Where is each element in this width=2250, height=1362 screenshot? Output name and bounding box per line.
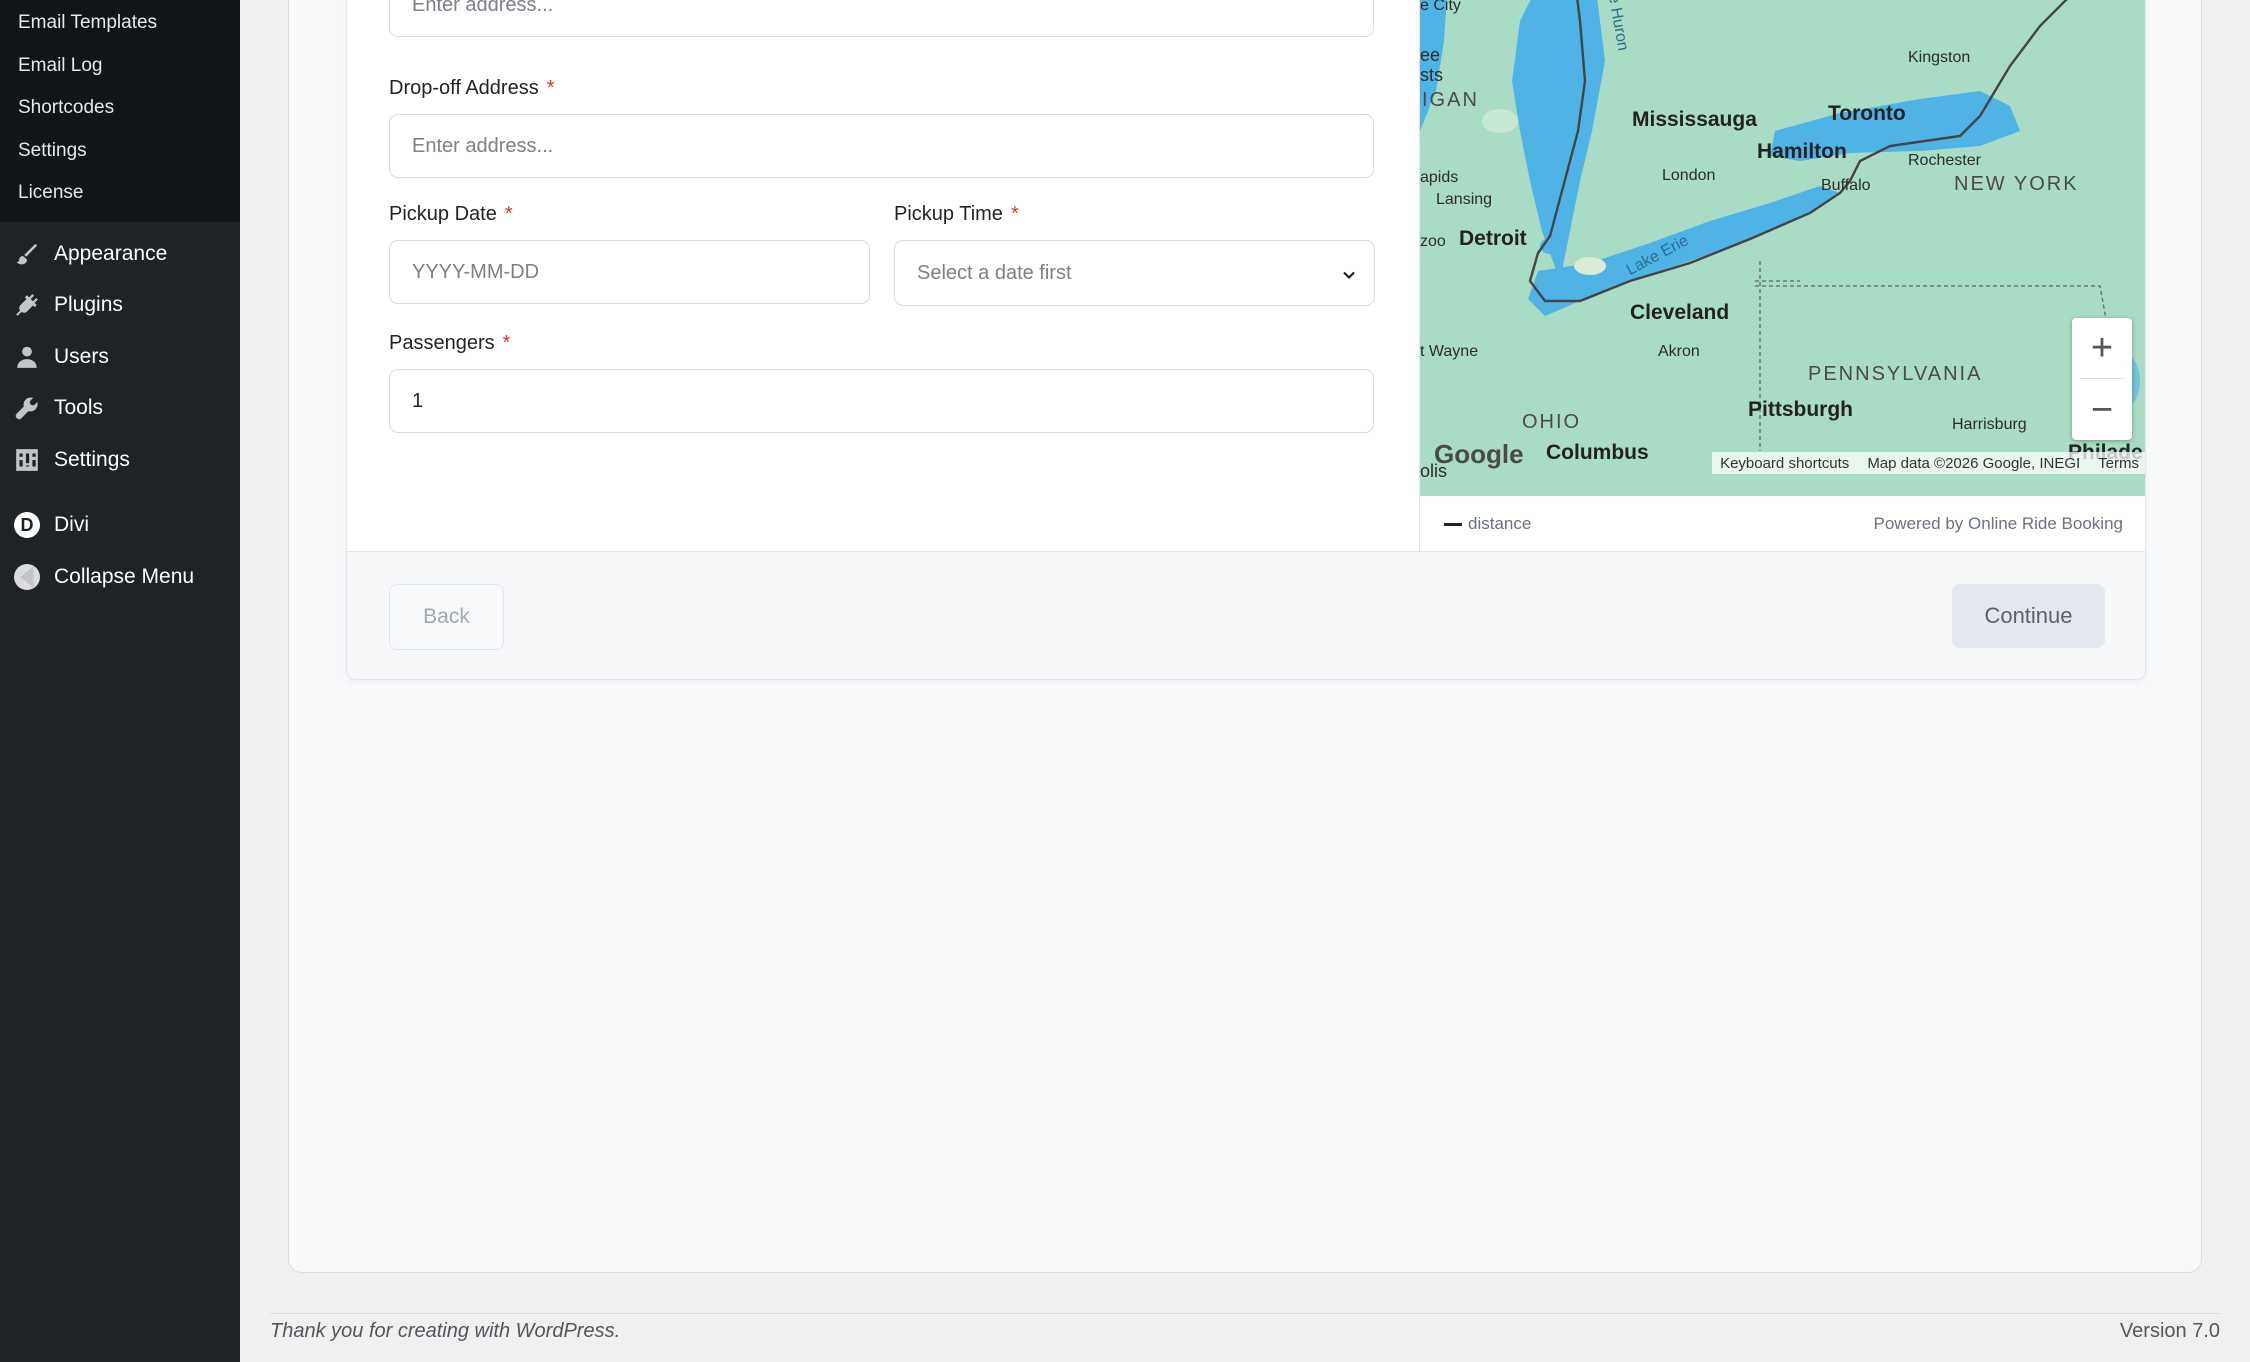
- map-label-mississauga: Mississauga: [1632, 108, 1757, 131]
- sidebar-item-label: Tools: [54, 396, 104, 420]
- continue-button[interactable]: Continue: [1952, 584, 2105, 648]
- footer-divider: [270, 1313, 2220, 1314]
- submenu-item-license[interactable]: License: [0, 178, 240, 221]
- sidebar-item-users[interactable]: Users: [0, 331, 240, 383]
- map-label-london: London: [1662, 167, 1716, 184]
- required-marker: *: [502, 332, 511, 354]
- sidebar-item-settings[interactable]: Settings: [0, 434, 240, 486]
- pickup-address-input[interactable]: Enter address...: [389, 0, 1374, 37]
- plugin-submenu: Email Templates Email Log Shortcodes Set…: [0, 0, 240, 222]
- passengers-input[interactable]: 1: [389, 369, 1374, 433]
- pickup-time-select[interactable]: Select a date first: [894, 240, 1375, 306]
- submenu-item-settings[interactable]: Settings: [0, 136, 240, 179]
- booking-form-card: Enter address... Drop-off Address * Enter…: [346, 0, 2146, 680]
- sidebar-item-label: Users: [54, 344, 109, 368]
- map-zoom-controls: + −: [2072, 318, 2132, 440]
- required-marker: *: [504, 203, 513, 225]
- sidebar-item-label: Appearance: [54, 241, 168, 265]
- map-label-t-wayne: t Wayne: [1420, 343, 1479, 360]
- map-attribution: Keyboard shortcuts Map data ©2026 Google…: [1712, 452, 2145, 474]
- map-label-zoo: zoo: [1420, 233, 1446, 250]
- submenu-item-shortcodes[interactable]: Shortcodes: [0, 93, 240, 136]
- map-label-e-city: e City: [1420, 0, 1461, 14]
- footer-thanks: Thank you for creating with WordPress.: [270, 1320, 621, 1342]
- map-label-apids: apids: [1420, 169, 1459, 186]
- required-marker: *: [546, 77, 555, 99]
- collapse-arrow-icon: [14, 563, 40, 590]
- dropoff-address-input[interactable]: Enter address...: [389, 114, 1374, 178]
- pickup-date-label: Pickup Date *: [389, 203, 513, 225]
- form-actions: Back Continue: [347, 551, 2145, 679]
- passengers-label: Passengers *: [389, 332, 511, 354]
- map-label-lansing: Lansing: [1436, 191, 1493, 208]
- pickup-time-label: Pickup Time *: [894, 203, 1019, 225]
- back-button[interactable]: Back: [389, 584, 504, 650]
- map-data-credit: Map data ©2026 Google, INEGI: [1867, 454, 2081, 472]
- map-label-buffalo: Buffalo: [1821, 177, 1871, 194]
- terms-link[interactable]: Terms: [2098, 455, 2139, 472]
- divi-logo-icon: D: [14, 512, 40, 539]
- map-label-harrisburg: Harrisburg: [1952, 416, 2027, 433]
- sidebar-item-divi[interactable]: D Divi: [0, 500, 240, 552]
- route-line-icon: [1444, 522, 1462, 526]
- map-label-cleveland: Cleveland: [1630, 301, 1730, 324]
- chevron-down-icon: [1342, 265, 1356, 280]
- map-label-igan: IGAN: [1422, 89, 1479, 111]
- map-label-kingston: Kingston: [1908, 49, 1971, 66]
- submenu-item-email-log[interactable]: Email Log: [0, 51, 240, 94]
- map-label-ohio: OHIO: [1522, 411, 1582, 433]
- settings-icon: [14, 447, 40, 473]
- map-label-pennsylvania: PENNSYLVANIA: [1808, 363, 1983, 385]
- booking-form: Enter address... Drop-off Address * Enter…: [347, 0, 1418, 551]
- map-label-pittsburgh: Pittsburgh: [1748, 398, 1853, 421]
- sidebar-item-label: Collapse Menu: [54, 564, 195, 588]
- plugin-icon: [14, 292, 40, 318]
- submenu-item-email-templates[interactable]: Email Templates: [0, 8, 240, 51]
- sidebar-item-label: Settings: [54, 447, 130, 471]
- map-legend-bar: distance Powered by Online Ride Booking: [1419, 496, 2145, 551]
- pickup-date-input[interactable]: YYYY-MM-DD: [389, 240, 870, 304]
- footer-version: Version 7.0: [2119, 1320, 2220, 1342]
- map-label-rochester: Rochester: [1908, 152, 1981, 169]
- powered-by-text: Powered by Online Ride Booking: [1873, 513, 2123, 533]
- map-label-sts: sts: [1420, 65, 1444, 85]
- admin-sidebar: Email Templates Email Log Shortcodes Set…: [0, 0, 240, 1362]
- sidebar-item-tools[interactable]: Tools: [0, 383, 240, 435]
- wrench-icon: [14, 395, 40, 421]
- sidebar-item-appearance[interactable]: Appearance: [0, 228, 240, 280]
- collapse-menu-button[interactable]: Collapse Menu: [0, 551, 240, 603]
- sidebar-item-label: Plugins: [54, 293, 123, 317]
- keyboard-shortcuts-link[interactable]: Keyboard shortcuts: [1720, 455, 1849, 472]
- route-map[interactable]: e City ee sts IGAN Lake Huron Kingston M…: [1419, 0, 2145, 496]
- map-label-ee: ee: [1420, 45, 1441, 65]
- users-icon: [14, 344, 40, 370]
- map-label-akron: Akron: [1658, 343, 1700, 360]
- sidebar-item-label: Divi: [54, 513, 89, 537]
- required-marker: *: [1010, 203, 1019, 225]
- sidebar-item-plugins[interactable]: Plugins: [0, 280, 240, 332]
- map-label-new-york: NEW YORK: [1954, 173, 2079, 195]
- map-label-columbus: Columbus: [1546, 441, 1649, 464]
- paintbrush-icon: [14, 241, 40, 267]
- zoom-in-button[interactable]: +: [2072, 318, 2132, 378]
- google-logo: Google: [1434, 439, 1524, 469]
- pickup-time-selected: Select a date first: [917, 261, 1072, 284]
- map-label-hamilton: Hamilton: [1757, 140, 1847, 163]
- zoom-out-button[interactable]: −: [2072, 380, 2132, 440]
- distance-legend: distance: [1444, 514, 1531, 534]
- map-label-detroit: Detroit: [1459, 227, 1527, 250]
- map-label-toronto: Toronto: [1828, 102, 1906, 125]
- dropoff-address-label: Drop-off Address *: [389, 77, 555, 99]
